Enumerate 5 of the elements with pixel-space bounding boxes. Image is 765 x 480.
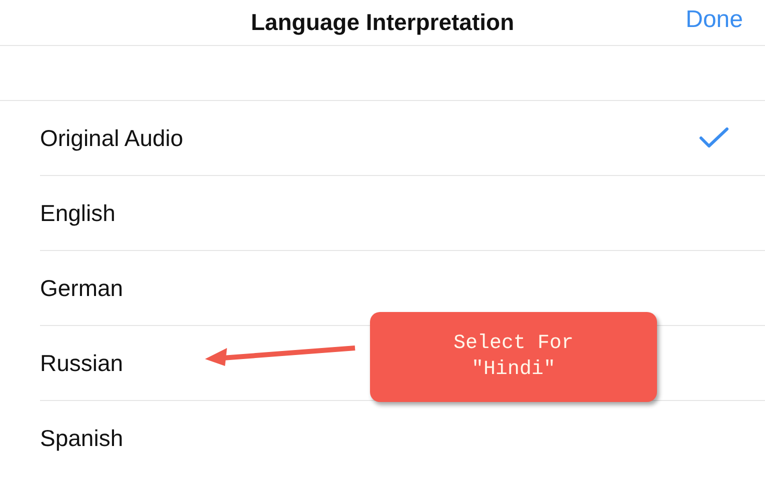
language-option[interactable]: Original Audio (40, 101, 765, 176)
language-option[interactable]: Spanish (40, 401, 765, 475)
callout-text: Select For "Hindi" (453, 331, 574, 383)
screen-title: Language Interpretation (250, 9, 514, 36)
language-option[interactable]: English (40, 176, 765, 251)
